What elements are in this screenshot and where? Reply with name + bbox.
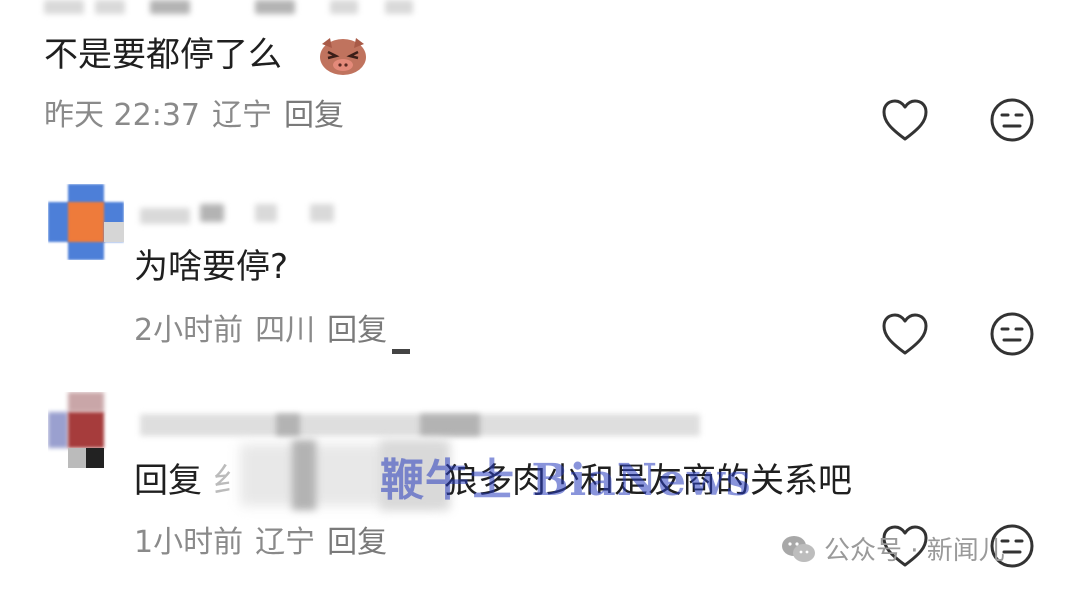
comment-location: 辽宁 [255,525,316,560]
neutral-face-icon[interactable] [987,95,1037,145]
blurred-username [150,0,190,14]
pig-face-emoji-icon [320,38,366,75]
blurred-username [255,0,295,14]
comment-body: 不是要都停了么 [44,35,282,75]
blurred-reply-target [292,440,316,510]
cursor-mark [392,349,410,354]
reply-button[interactable]: 回复 [327,313,387,348]
comment-location: 四川 [255,313,316,348]
comment-meta: 2小时前 四川 回复 [134,316,399,346]
reply-button[interactable]: 回复 [327,525,387,560]
blurred-username [200,204,224,222]
comment-time: 1小时前 [134,525,244,560]
wechat-account-label: 公众号 · 新闻儿 [824,536,1005,566]
comment-text: 回复 纟 [134,464,247,498]
avatar[interactable] [48,392,124,468]
comment-time: 2小时前 [134,313,244,348]
blurred-username [310,204,334,222]
blurred-username [95,0,125,14]
comment-meta: 昨天 22:37 辽宁 回复 [44,101,356,131]
blurred-username [140,208,190,224]
blurred-username [420,414,480,436]
reply-button[interactable]: 回复 [284,98,344,133]
heart-outline-icon[interactable] [880,310,930,360]
blurred-username [255,204,277,222]
comment-text: 不是要都停了么 [44,38,282,72]
heart-outline-icon[interactable] [880,96,930,146]
blurred-username [276,414,300,436]
comment-location: 辽宁 [212,98,272,133]
wechat-watermark: 公众号 · 新闻儿 [780,530,1005,567]
neutral-face-icon[interactable] [987,309,1037,359]
comment-body: 为啥要停? [134,247,289,287]
site-watermark: 鞭牛士 BiaNews [380,455,752,506]
comment-meta: 1小时前 辽宁 回复 [134,528,399,558]
blurred-username [330,0,358,14]
avatar[interactable] [48,184,124,260]
comment-text: 为啥要停? [134,250,288,284]
reply-prefix: 回复 [134,461,202,501]
blurred-username [44,0,84,14]
blurred-username [385,0,413,14]
wechat-logo-icon [782,535,815,562]
comment-time: 昨天 22:37 [44,98,200,133]
